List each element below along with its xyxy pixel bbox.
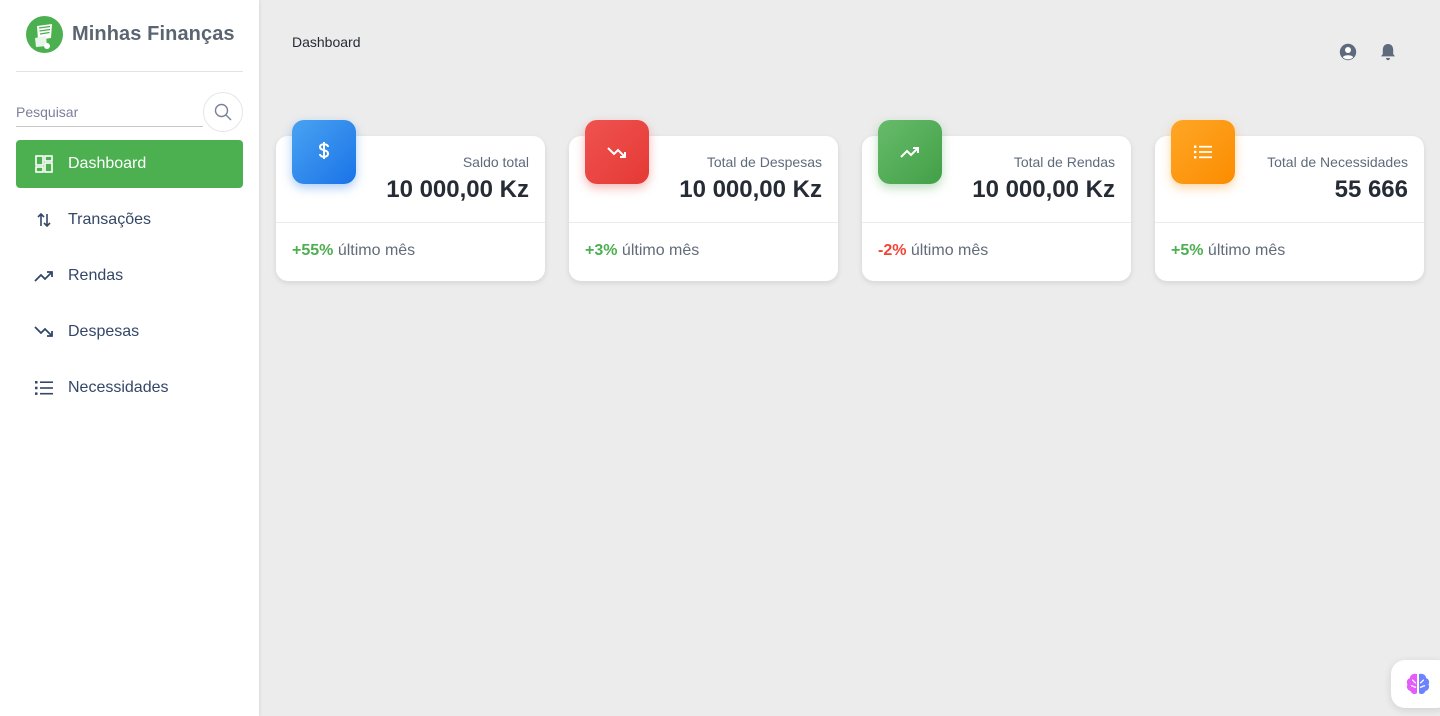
delta-percent: -2% (878, 242, 907, 259)
card-value: 55 666 (1334, 176, 1408, 203)
card-value: 10 000,00 Kz (679, 176, 822, 203)
card-label: Total de Necessidades (1267, 154, 1408, 170)
bell-icon[interactable] (1378, 42, 1398, 62)
sidebar-item-label: Rendas (68, 267, 124, 284)
sidebar-item-transacoes[interactable]: Transações (16, 196, 243, 244)
delta-percent: +55% (292, 242, 334, 259)
delta-percent: +3% (585, 242, 618, 259)
card-footer: +3% último mês (585, 242, 699, 260)
card-footer: +5% último mês (1171, 242, 1285, 260)
sidebar-item-label: Dashboard (68, 155, 147, 172)
card-footer: -2% último mês (878, 242, 988, 260)
stat-card-necessidades: Total de Necessidades 55 666 +5% último … (1155, 120, 1424, 281)
trending-down-icon (585, 120, 649, 184)
divider (569, 222, 838, 223)
sidebar-nav: Dashboard Transações Rendas Despesas Nec… (16, 140, 243, 420)
list-icon (1171, 120, 1235, 184)
trending-up-icon (34, 266, 54, 286)
sidebar-item-necessidades[interactable]: Necessidades (16, 364, 243, 412)
search-bar (16, 92, 243, 132)
trending-down-icon (34, 322, 54, 342)
sidebar-item-label: Despesas (68, 323, 140, 340)
app-title: Minhas Finanças (72, 23, 235, 45)
card-label: Total de Despesas (706, 154, 822, 170)
sidebar-item-label: Transações (68, 211, 151, 228)
dashboard-icon (34, 154, 54, 174)
sidebar-item-dashboard[interactable]: Dashboard (16, 140, 243, 188)
list-icon (34, 378, 54, 398)
stat-card-rendas: Total de Rendas 10 000,00 Kz -2% último … (862, 120, 1131, 281)
brain-icon (1406, 673, 1430, 695)
delta-text: último mês (337, 242, 416, 259)
swap-vert-icon (34, 210, 54, 230)
logo-icon (26, 16, 63, 53)
brand[interactable]: Minhas Finanças (26, 16, 235, 53)
sidebar-item-rendas[interactable]: Rendas (16, 252, 243, 300)
card-label: Total de Rendas (1013, 154, 1115, 170)
account-circle-icon[interactable] (1338, 42, 1358, 62)
sidebar-item-label: Necessidades (68, 379, 169, 396)
stat-card-saldo: Saldo total 10 000,00 Kz +55% último mês (276, 120, 545, 281)
sidebar: Minhas Finanças Dashboard (0, 0, 259, 716)
search-button[interactable] (203, 92, 243, 132)
divider (276, 222, 545, 223)
delta-percent: +5% (1171, 242, 1204, 259)
sidebar-item-despesas[interactable]: Despesas (16, 308, 243, 356)
assistant-button[interactable] (1391, 660, 1440, 708)
divider (16, 71, 243, 72)
delta-text: último mês (1207, 242, 1286, 259)
card-value: 10 000,00 Kz (386, 176, 529, 203)
card-footer: +55% último mês (292, 242, 415, 260)
trending-up-icon (878, 120, 942, 184)
delta-text: último mês (910, 242, 989, 259)
divider (1155, 222, 1424, 223)
divider (862, 222, 1131, 223)
delta-text: último mês (621, 242, 700, 259)
dollar-icon (292, 120, 356, 184)
top-actions (1338, 42, 1418, 62)
search-input[interactable] (16, 98, 203, 127)
breadcrumb[interactable]: Dashboard (292, 34, 361, 50)
card-label: Saldo total (462, 154, 529, 170)
stat-card-despesas: Total de Despesas 10 000,00 Kz +3% últim… (569, 120, 838, 281)
search-icon (214, 103, 232, 121)
card-value: 10 000,00 Kz (972, 176, 1115, 203)
